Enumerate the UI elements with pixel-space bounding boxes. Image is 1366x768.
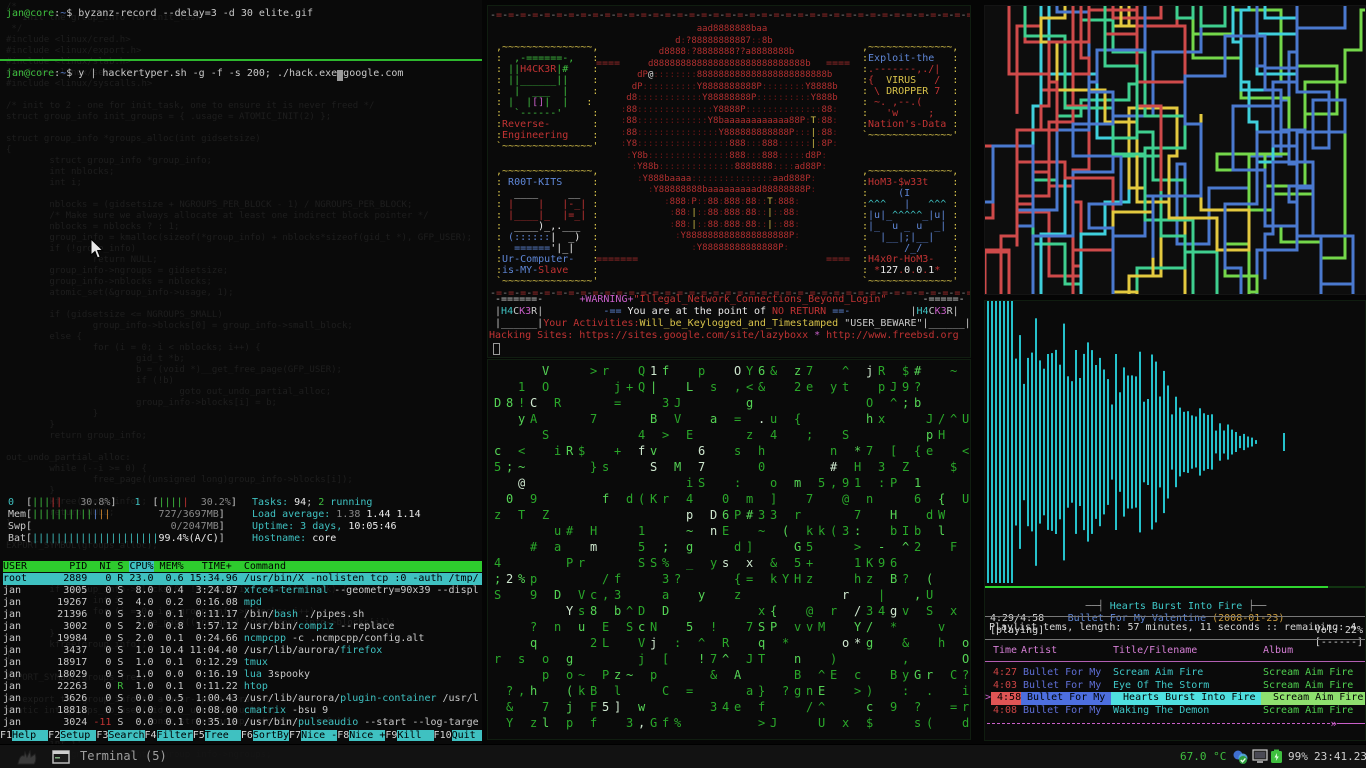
process-row[interactable]: jan 19984 0 S 2.0 0.1 0:24.66 ncmpcpp -c… xyxy=(3,633,482,645)
playlist-summary: Playlist tems, length: 57 minutes, 11 se… xyxy=(989,622,1356,634)
ncmpcpp-player-window[interactable]: ──┤ Hearts Burst Into Fire ├── 4:29/4:58… xyxy=(984,300,1366,741)
fnkey-tree[interactable]: F5Tree xyxy=(193,730,241,741)
ascii-connector: ==== xyxy=(826,58,850,69)
htop-function-key-bar: F1Help F2Setup F3SearchF4FilterF5Tree F6… xyxy=(0,730,482,742)
process-row[interactable]: jan 3626 0 S 0.0 0.5 1:00.43 /usr/lib/au… xyxy=(3,693,482,705)
display-tray-icon[interactable] xyxy=(1252,749,1269,765)
cmatrix-window[interactable]: V>rQ1fpOY6&z7^jR$#~1Oj+Q|Ls,<&2eytpJ9?D8… xyxy=(487,359,971,740)
terminal-cursor xyxy=(493,343,500,355)
process-row[interactable]: jan 21396 0 S 3.0 0.1 0:11.17 /bin/bash … xyxy=(3,609,482,621)
ascii-border-top: -=-=-=-=-=-=-=-=-=-=-=-=-=-=-=-=-=-=-=-=… xyxy=(490,10,971,22)
playlist-row[interactable]: > 4:58 Bullet For My Hearts Burst Into F… xyxy=(985,692,1366,705)
terminal-window-icon[interactable] xyxy=(52,750,70,764)
song-progress-bar[interactable] xyxy=(985,586,1366,588)
process-row[interactable]: jan 18029 0 S 1.0 0.0 0:16.19 lua 3spook… xyxy=(3,669,482,681)
process-row[interactable]: jan 3002 0 S 2.0 0.8 1:57.12 /usr/bin/co… xyxy=(3,621,482,633)
process-row[interactable]: jan 22263 0 R 1.0 0.1 0:11.22 htop xyxy=(3,681,482,693)
panel-menu-icon[interactable] xyxy=(16,750,38,766)
htop-info: Tasks: 94; 2 runningLoad average: 1.38 1… xyxy=(252,497,421,545)
fnkey-nice +[interactable]: F8Nice + xyxy=(337,730,385,741)
cpu-temperature: 67.0 °C xyxy=(1180,750,1226,763)
htop-meters: 0 [||||| 30.8%] 1 [||||| 30.2%]Mem[|||||… xyxy=(8,497,237,545)
htop-column-header[interactable]: USER PID NI S CPU% MEM% TIME+ Command xyxy=(3,561,482,573)
process-row[interactable]: jan 3005 0 S 8.0 0.4 3:24.87 xfce4-termi… xyxy=(3,585,482,597)
fnkey-quit[interactable]: F10Quit xyxy=(434,730,482,741)
song-progress-fill xyxy=(985,586,1328,588)
separator-tail xyxy=(1339,723,1365,724)
ascii-connector: ======= xyxy=(596,254,638,265)
ascii-connector: ==== xyxy=(596,58,620,69)
fnkey-sortby[interactable]: F6SortBy xyxy=(241,730,289,741)
home-sweet-box: ,~~~~~~~~~~~~~~,:HoM3-$w33t :: (I ::^^^ … xyxy=(862,166,958,287)
separator-line-magenta xyxy=(985,661,1366,662)
process-row[interactable]: jan 19267 0 S 4.0 0.2 0:16.08 mpd xyxy=(3,597,482,609)
playlist: 4:27Bullet For MyScream Aim FireScream A… xyxy=(985,667,1366,717)
shell-prompt-hackertyper: jan@core:~$ y | hackertyper.sh -g -f -s … xyxy=(6,68,403,81)
audio-visualizer xyxy=(985,301,1366,583)
warning-banner: -======- +WARNING+"Illegal_Network_Conne… xyxy=(489,294,971,342)
fnkey-search[interactable]: F3Search xyxy=(96,730,144,741)
process-row[interactable]: jan 3024 -11 S 0.0 0.1 0:35.10 /usr/bin/… xyxy=(3,717,482,729)
terminal-left-window[interactable]: /* * Init the group_info for init_task *… xyxy=(0,0,482,768)
col-title[interactable]: Title/Filename xyxy=(1113,645,1197,657)
virus-dropper-box: ,~~~~~~~~~~~~~~,:Exploit-the ::.-------,… xyxy=(862,42,958,141)
playlist-column-header[interactable]: Time Artist Title/Filename Album xyxy=(985,645,1366,657)
process-row[interactable]: jan 18818 0 S 0.0 0.0 0:08.00 cmatrix -b… xyxy=(3,705,482,717)
fnkey-kill[interactable]: F9Kill xyxy=(385,730,433,741)
playlist-end-separator: » xyxy=(987,723,1365,724)
mouse-cursor xyxy=(90,238,106,260)
playlist-row[interactable]: 4:08Bullet For MyWaking The DemonScream … xyxy=(985,705,1366,718)
separator-line xyxy=(985,639,1366,640)
h4ck3r-logo-box: ,~~~~~~~~~~~~~~~,: ,-======-, :: ||H4CK3… xyxy=(496,42,598,152)
fnkey-nice -[interactable]: F7Nice - xyxy=(289,730,337,741)
pipes-screensaver-window[interactable] xyxy=(984,5,1366,295)
col-artist[interactable]: Artist xyxy=(1021,645,1057,657)
separator-line xyxy=(985,616,1366,617)
process-row[interactable]: jan 3437 0 S 1.0 10.4 11:04.40 /usr/lib/… xyxy=(3,645,482,657)
player-status-row-2: Bullet For My Valentine (2008-01-23) [pl… xyxy=(985,601,1366,613)
htop-process-list: root 2889 0 R 23.0 0.6 15:34.96 /usr/bin… xyxy=(3,573,482,729)
taskbar[interactable]: Terminal (5) 67.0 °C 99% 23:41.23 xyxy=(0,744,1366,768)
rootkits-box: ,~~~~~~~~~~~~~~~,: R00T-KITS :: ____ __ … xyxy=(496,166,598,287)
player-status-row-1: ──┤ Hearts Burst Into Fire ├── 4:29/4:58… xyxy=(985,589,1366,601)
chevron-icon: » xyxy=(1330,717,1337,730)
network-tray-icon[interactable] xyxy=(1232,749,1249,765)
hacker-ascii-art-window[interactable]: -=-=-=-=-=-=-=-=-=-=-=-=-=-=-=-=-=-=-=-=… xyxy=(487,5,971,358)
clock[interactable]: 23:41.23 xyxy=(1314,750,1366,763)
process-row[interactable]: root 2889 0 R 23.0 0.6 15:34.96 /usr/bin… xyxy=(3,573,482,585)
playlist-row[interactable]: 4:27Bullet For MyScream Aim FireScream A… xyxy=(985,667,1366,680)
shell-prompt-record: jan@core:~$ byzanz-record --delay=3 -d 3… xyxy=(6,8,313,20)
pipes-drawing xyxy=(985,6,1366,295)
taskbar-window-button[interactable]: Terminal (5) xyxy=(80,749,167,763)
pane-divider[interactable] xyxy=(0,59,482,61)
battery-percentage: 99% xyxy=(1288,750,1308,763)
fnkey-filter[interactable]: F4Filter xyxy=(145,730,193,741)
ascii-skull: aad8888888baa d:?88888888887::8b d8888:?… xyxy=(610,24,838,254)
playlist-row[interactable]: 4:03Bullet For MyEye Of The StormScream … xyxy=(985,680,1366,693)
ascii-connector: ==== xyxy=(826,254,850,265)
fnkey-help[interactable]: F1Help xyxy=(0,730,48,741)
col-time[interactable]: Time xyxy=(993,645,1017,657)
battery-tray-icon[interactable] xyxy=(1270,749,1286,765)
col-album[interactable]: Album xyxy=(1263,645,1293,657)
fnkey-setup[interactable]: F2Setup xyxy=(48,730,96,741)
process-row[interactable]: jan 18917 0 S 1.0 0.1 0:12.29 tmux xyxy=(3,657,482,669)
